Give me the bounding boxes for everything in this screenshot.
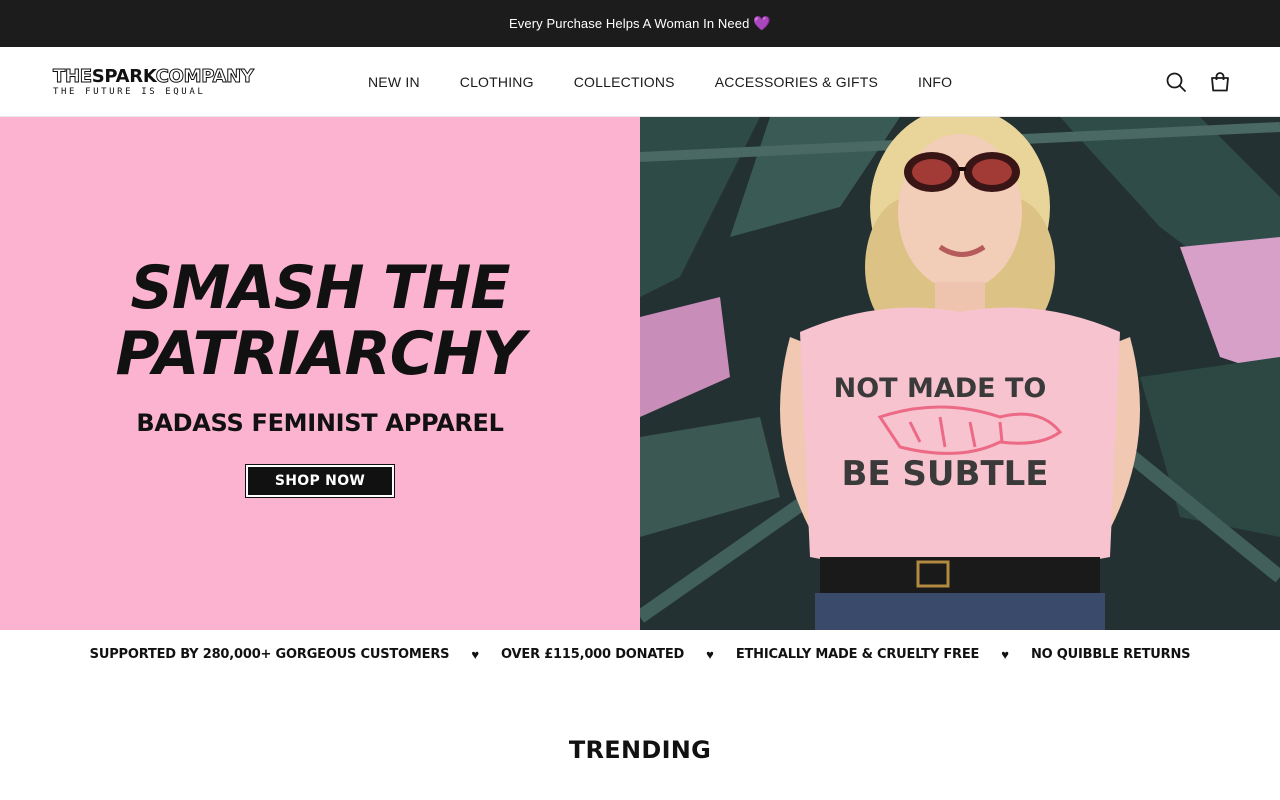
hero-headline-line2: PATRIARCHY: [115, 319, 526, 389]
shirt-text-top: NOT MADE TO: [834, 373, 1047, 404]
main-nav: NEW IN CLOTHING COLLECTIONS ACCESSORIES …: [368, 47, 952, 117]
trust-strip: SUPPORTED BY 280,000+ GORGEOUS CUSTOMERS…: [0, 630, 1280, 678]
nav-accessories-gifts[interactable]: ACCESSORIES & GIFTS: [715, 74, 878, 90]
nav-new-in[interactable]: NEW IN: [368, 74, 420, 90]
purple-heart-icon: 💜: [753, 15, 771, 31]
shop-now-button[interactable]: SHOP NOW: [245, 464, 395, 498]
hero-text-panel: SMASH THE PATRIARCHY BADASS FEMINIST APP…: [0, 117, 640, 630]
site-header: THESPARKCOMPANY THE FUTURE IS EQUAL NEW …: [0, 47, 1280, 117]
logo-word-company: COMPANY: [155, 66, 254, 87]
announcement-text: Every Purchase Helps A Woman In Need: [509, 16, 750, 31]
trust-item-donated: OVER £115,000 DONATED: [501, 646, 685, 662]
trust-item-ethical: ETHICALLY MADE & CRUELTY FREE: [735, 646, 980, 662]
logo-word-spark: SPARK: [91, 66, 156, 87]
heart-icon: ♥: [471, 646, 480, 662]
nav-collections[interactable]: COLLECTIONS: [574, 74, 675, 90]
hero-photo: NOT MADE TO BE SUBTLE: [640, 117, 1280, 630]
nav-info[interactable]: INFO: [918, 74, 952, 90]
hero-banner[interactable]: SMASH THE PATRIARCHY BADASS FEMINIST APP…: [0, 117, 1280, 630]
header-actions: [1164, 70, 1232, 94]
search-icon[interactable]: [1164, 70, 1188, 94]
logo[interactable]: THESPARKCOMPANY THE FUTURE IS EQUAL: [53, 66, 255, 97]
trust-item-customers: SUPPORTED BY 280,000+ GORGEOUS CUSTOMERS: [89, 646, 450, 662]
logo-word-the: THE: [53, 66, 93, 87]
hero-subheading: BADASS FEMINIST APPAREL: [136, 409, 504, 437]
nav-clothing[interactable]: CLOTHING: [460, 74, 534, 90]
section-title-trending: TRENDING: [568, 736, 712, 764]
heart-icon: ♥: [1001, 646, 1009, 662]
cart-icon[interactable]: [1208, 70, 1232, 94]
hero-headline-line1: SMASH THE: [130, 253, 510, 323]
logo-tagline: THE FUTURE IS EQUAL: [53, 87, 206, 97]
shirt-text-bottom: BE SUBTLE: [841, 454, 1048, 494]
announcement-bar: Every Purchase Helps A Woman In Need 💜: [0, 0, 1280, 47]
trust-item-returns: NO QUIBBLE RETURNS: [1030, 646, 1191, 662]
heart-icon: ♥: [706, 646, 714, 662]
model-photo-illustration: NOT MADE TO BE SUBTLE: [640, 117, 1280, 630]
